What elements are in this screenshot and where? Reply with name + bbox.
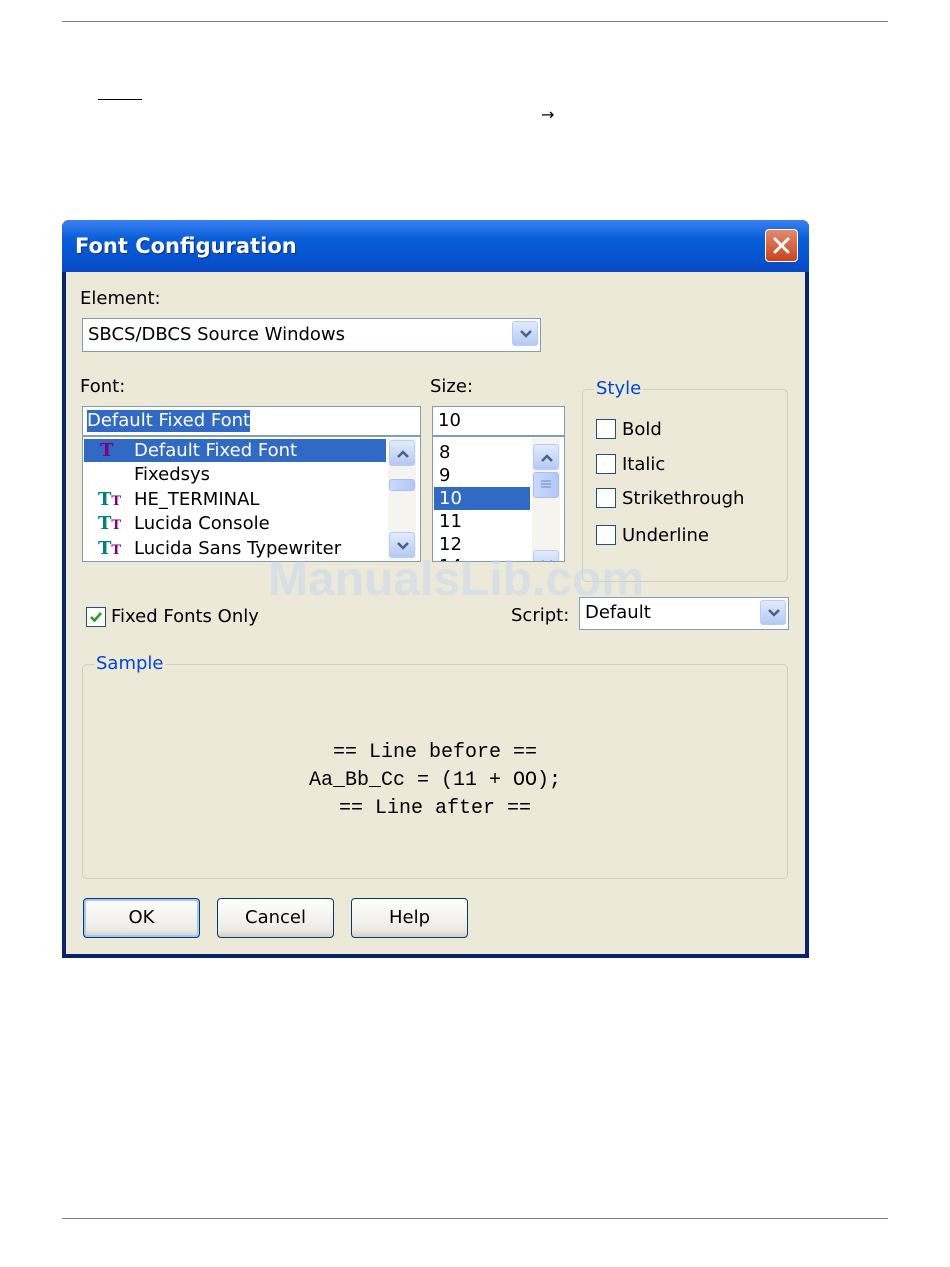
scroll-up-button[interactable]	[389, 440, 415, 466]
cancel-button[interactable]: Cancel	[217, 898, 334, 938]
size-list-scrollbar[interactable]	[532, 438, 560, 561]
top-rule	[62, 21, 888, 22]
font-list-item[interactable]: Fixedsys	[84, 463, 386, 486]
italic-label[interactable]: Italic	[622, 454, 665, 476]
truetype-icon: TT	[98, 513, 122, 534]
element-dropdown[interactable]: SBCS/DBCS Source Windows	[82, 318, 541, 352]
dialog-title: Font Configuration	[75, 234, 297, 258]
bold-label[interactable]: Bold	[622, 419, 662, 441]
font-list[interactable]: T Default Fixed Font Fixedsys TT HE_TERM…	[82, 436, 421, 562]
chevron-up-icon	[541, 454, 553, 462]
font-name-field-text: Default Fixed Font	[87, 410, 251, 432]
dialog-client-area: Element: SBCS/DBCS Source Windows Font: …	[66, 272, 805, 954]
chevron-down-icon	[768, 609, 780, 617]
bottom-rule	[62, 1218, 888, 1219]
strikethrough-checkbox[interactable]	[596, 488, 616, 508]
font-list-item[interactable]: T Default Fixed Font	[84, 439, 386, 462]
size-label: Size:	[430, 376, 474, 397]
style-group-title: Style	[594, 378, 644, 400]
element-dropdown-button[interactable]	[512, 321, 538, 346]
bold-checkbox[interactable]	[596, 419, 616, 439]
scroll-thumb[interactable]	[389, 479, 415, 491]
truetype-icon: TT	[98, 538, 122, 559]
scroll-thumb[interactable]	[533, 472, 559, 498]
element-dropdown-value: SBCS/DBCS Source Windows	[88, 324, 346, 345]
chevron-up-icon	[397, 450, 409, 458]
close-icon	[773, 237, 790, 254]
truetype-icon: T	[100, 440, 114, 461]
watermark: ManualsLib.com	[268, 553, 645, 606]
size-list-item[interactable]: 8	[434, 441, 530, 464]
short-rule	[98, 99, 142, 100]
script-dropdown-button[interactable]	[760, 600, 786, 625]
close-button[interactable]	[765, 229, 798, 262]
title-bar[interactable]: Font Configuration	[62, 220, 809, 272]
sample-text-line: == Line after ==	[338, 797, 532, 820]
chevron-down-icon	[397, 542, 409, 550]
script-label: Script:	[511, 605, 570, 626]
size-field-text: 10	[438, 410, 461, 431]
italic-checkbox[interactable]	[596, 454, 616, 474]
chevron-down-icon	[520, 330, 532, 338]
font-label: Font:	[80, 376, 126, 397]
font-list-scrollbar[interactable]	[388, 438, 416, 560]
sample-text-line: == Line before ==	[332, 741, 538, 764]
size-list-item[interactable]: 11	[434, 510, 530, 533]
checkmark-icon	[90, 612, 102, 623]
font-list-item[interactable]: TT Lucida Console	[84, 512, 386, 535]
size-list[interactable]: 8 9 10 11 12 14	[432, 436, 565, 562]
size-list-item[interactable]: 9	[434, 464, 530, 487]
fixed-fonts-only-label[interactable]: Fixed Fonts Only	[111, 606, 259, 628]
help-button[interactable]: Help	[351, 898, 468, 938]
font-name-field[interactable]: Default Fixed Font	[82, 406, 421, 436]
underline-checkbox[interactable]	[596, 525, 616, 545]
strikethrough-label[interactable]: Strikethrough	[622, 488, 744, 510]
size-list-item[interactable]: 10	[434, 487, 530, 510]
font-list-item[interactable]: TT HE_TERMINAL	[84, 488, 386, 511]
element-label: Element:	[80, 288, 161, 309]
size-field[interactable]: 10	[432, 406, 565, 436]
ok-button[interactable]: OK	[83, 898, 200, 938]
grip-icon	[541, 480, 551, 488]
scroll-up-button[interactable]	[533, 444, 559, 470]
arrow-symbol: →	[541, 105, 555, 124]
fixed-fonts-only-checkbox[interactable]	[86, 607, 106, 627]
underline-label[interactable]: Underline	[622, 525, 709, 547]
sample-group-title: Sample	[94, 653, 166, 675]
sample-group: Sample == Line before == Aa_Bb_Cc = (11 …	[82, 653, 788, 879]
truetype-icon: TT	[98, 489, 122, 510]
sample-text-line: Aa_Bb_Cc = (11 + OO);	[308, 769, 562, 792]
